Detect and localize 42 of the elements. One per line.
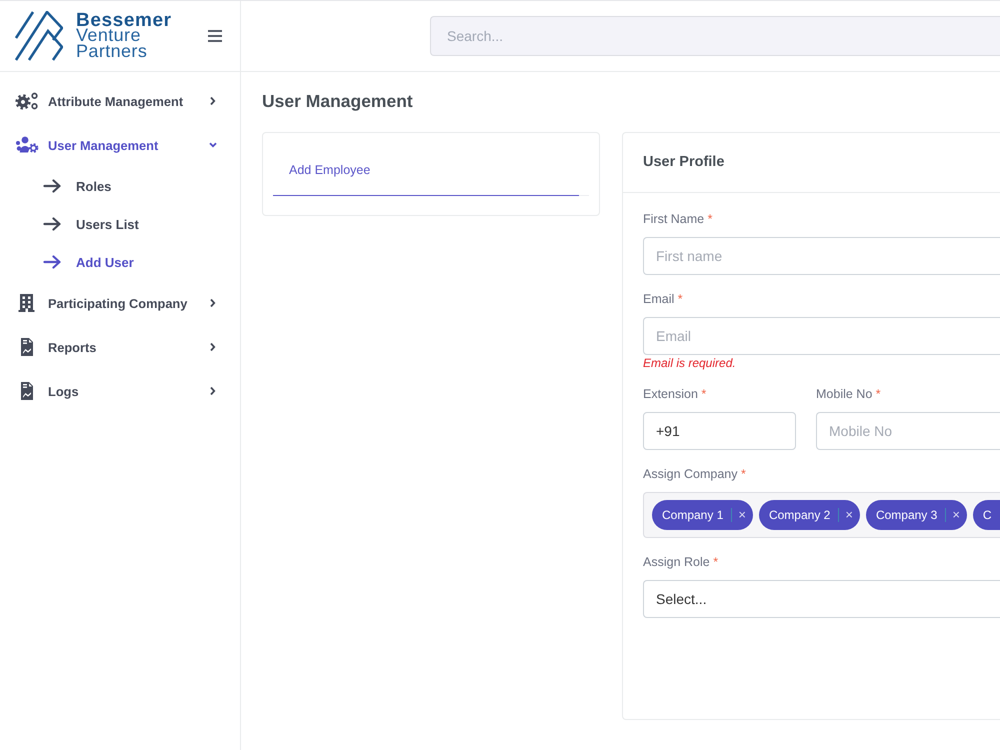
multi-select-field[interactable]: Company 1 × Company 2 × Company 3 × C bbox=[643, 492, 1000, 538]
remove-tag-button[interactable]: × bbox=[945, 508, 967, 522]
submenu-item[interactable]: Users List bbox=[0, 205, 240, 243]
field-label: Assign Company * bbox=[643, 466, 746, 482]
field-label: Extension * bbox=[643, 386, 706, 402]
sidebar-item[interactable]: Reports bbox=[0, 325, 240, 369]
remove-tag-button[interactable]: × bbox=[838, 508, 860, 522]
tag-label: C bbox=[982, 508, 992, 522]
submenu-item[interactable]: Roles bbox=[0, 167, 240, 205]
arrow-right-icon bbox=[43, 255, 61, 269]
card-title: User Profile bbox=[623, 133, 1000, 193]
arrow-right-icon bbox=[43, 179, 61, 193]
select-field[interactable]: Select... bbox=[643, 580, 1000, 618]
logo-text: Venture bbox=[76, 28, 141, 44]
sidebar-item[interactable]: Participating Company bbox=[0, 281, 240, 325]
arrow-right-icon bbox=[43, 217, 61, 231]
tag-label: Company 3 bbox=[876, 508, 938, 522]
menu-icon[interactable] bbox=[208, 30, 222, 42]
logo-text: Bessemer bbox=[76, 13, 173, 28]
search-field[interactable]: Search... bbox=[430, 16, 1000, 56]
logo-text: Partners bbox=[76, 44, 148, 59]
field-label: Assign Role * bbox=[643, 554, 718, 570]
users-gear-icon bbox=[15, 136, 39, 154]
input-field[interactable]: Mobile No bbox=[816, 412, 1000, 450]
field-label: Email * bbox=[643, 291, 683, 307]
remove-tag-button[interactable]: × bbox=[731, 508, 753, 522]
submenu-item[interactable]: Add User bbox=[0, 243, 240, 281]
field-label: Mobile No * bbox=[816, 386, 881, 402]
tag-label: Company 2 bbox=[768, 508, 830, 522]
tag-label: Company 1 bbox=[662, 508, 724, 522]
input-field[interactable]: +91 bbox=[643, 412, 796, 450]
error-message: Email is required. bbox=[643, 356, 736, 370]
sidebar-item[interactable]: Attribute Management bbox=[0, 79, 240, 123]
page-title: User Management bbox=[262, 90, 413, 112]
input-field[interactable]: First name bbox=[643, 237, 1000, 275]
input-field[interactable]: Email bbox=[643, 317, 1000, 355]
sidebar-item[interactable]: Logs bbox=[0, 369, 240, 413]
gears-icon bbox=[15, 92, 39, 110]
field-label: First Name * bbox=[643, 211, 712, 227]
logo-mark-icon bbox=[15, 11, 63, 61]
sidebar-item[interactable]: User Management bbox=[0, 123, 240, 167]
tab[interactable]: Add Employee bbox=[273, 144, 579, 196]
